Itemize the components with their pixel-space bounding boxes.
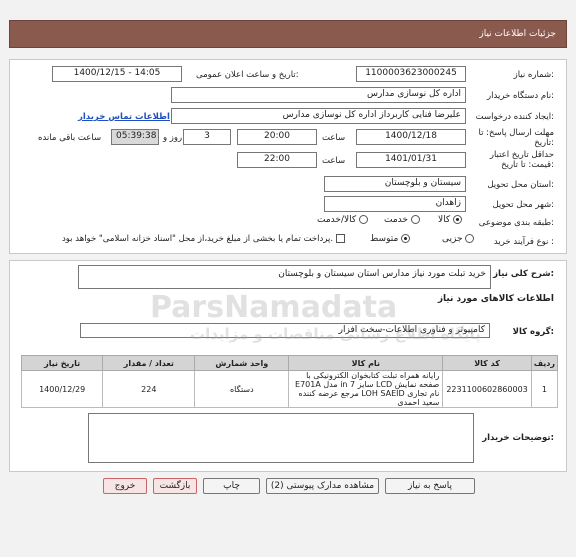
exit-button[interactable]: خروج [103,478,147,494]
contact-info-link[interactable]: اطلاعات تماس خریدار [78,112,170,122]
col-unit: واحد شمارش [194,355,290,371]
payment-treasury-option[interactable]: پرداخت تمام یا بخشی از مبلغ خرید،از محل … [62,234,345,244]
city-label: شهر محل تحویل: [492,200,554,210]
goods-table-header: ردیف کد کالا نام کالا واحد شمارش تعداد /… [20,355,559,371]
days-and-label: روز و [163,133,183,143]
requester-field: علیرضا فنایی کاربرداز اداره کل نوسازی مد… [171,108,466,124]
payment-note: پرداخت تمام یا بخشی از مبلغ خرید،از محل … [62,234,334,244]
buyer-notes-field [88,413,474,463]
process-option-medium[interactable]: متوسط [370,234,411,244]
process-label: نوع فرآیند خرید : [493,237,554,247]
validity-time-label: ساعت [322,156,346,166]
category-both-label: کالا/خدمت [317,215,357,225]
row-date: 1400/12/29 [20,370,104,408]
announce-field: 1400/12/15 - 14:05 [52,66,182,82]
table-row: 1 2231100602860003 رایانه همراه تبلت کتا… [20,370,559,408]
category-service-radio[interactable] [410,215,420,224]
category-option-goods[interactable]: کالا [438,215,463,225]
category-goods-radio[interactable] [453,215,463,224]
goods-table: ردیف کد کالا نام کالا واحد شمارش تعداد /… [20,355,559,408]
category-both-radio[interactable] [359,215,369,224]
city-field: زاهدان [324,196,466,212]
days-field: 3 [183,129,231,145]
process-minor-label: جزیی [442,234,463,244]
category-service-label: خدمت [384,215,408,225]
payment-treasury-checkbox[interactable] [335,234,345,243]
deadline-label: مهلت ارسال پاسخ: تا [478,128,554,138]
category-goods-label: کالا [438,215,451,225]
goods-group-field: کامپیوتر و فناوری اطلاعات-سخت افزار [80,323,490,338]
remaining-time-field: 05:39:38 [111,129,159,145]
validity-date-field: 1401/01/31 [356,152,466,168]
process-option-minor[interactable]: جزیی [442,234,475,244]
need-number-field: 1100003623000245 [356,66,466,82]
deadline-date-field: 1400/12/18 [356,129,466,145]
reply-button[interactable]: پاسخ به نیاز [385,478,475,494]
process-minor-radio[interactable] [465,234,475,243]
category-label: طبقه بندی موضوعی: [478,218,554,228]
deadline-time-field: 20:00 [237,129,317,145]
back-button[interactable]: بازگشت [153,478,197,494]
need-number-label: شماره نیاز: [513,70,554,80]
col-date: تاریخ نیاز [20,355,104,371]
row-qty: 224 [102,370,196,408]
row-code: 2231100602860003 [442,370,532,408]
buyer-org-field: اداره کل نوسازی مدارس [171,87,466,103]
row-unit: دستگاه [194,370,290,408]
col-qty: تعداد / مقدار [102,355,196,371]
col-code: کد کالا [442,355,532,371]
col-index: ردیف [530,355,559,371]
category-option-service[interactable]: خدمت [384,215,420,225]
summary-label: شرح کلی نیاز: [493,269,554,279]
validity-time-field: 22:00 [237,152,317,168]
print-button[interactable]: چاپ [203,478,260,494]
remaining-time-label: ساعت باقی مانده [38,133,102,143]
deadline-time-label: ساعت [322,133,346,143]
buyer-org-label: نام دستگاه خریدار: [487,91,554,101]
goods-section-title: اطلاعات کالاهای مورد نیاز [437,294,554,304]
validity-date-label: قیمت: تا تاریخ: [501,160,554,170]
validity-label: حداقل تاریخ اعتبار [489,150,554,160]
process-medium-label: متوسط [370,234,399,244]
row-name: رایانه همراه تبلت کتابخوان الکترونیکی با… [288,370,444,408]
row-index: 1 [530,370,559,408]
buyer-notes-label: توضیحات خریدار: [482,433,554,443]
col-name: نام کالا [288,355,444,371]
goods-group-label: گروه کالا: [512,327,554,337]
page-header: جزئیات اطلاعات نیاز [9,20,567,48]
page-title: جزئیات اطلاعات نیاز [479,29,556,39]
category-option-both[interactable]: کالا/خدمت [317,215,369,225]
announce-label: تاریخ و ساعت اعلان عمومی: [196,70,299,80]
attachments-button[interactable]: مشاهده مدارک پیوستی (2) [266,478,379,494]
province-field: سیستان و بلوچستان [324,176,466,192]
summary-field: خرید تبلت مورد نیاز مدارس استان سیستان و… [78,265,491,289]
deadline-date-label: تاریخ: [534,138,554,148]
requester-label: ایجاد کننده درخواست: [475,112,554,122]
process-medium-radio[interactable] [401,234,411,243]
province-label: استان محل تحویل: [487,180,554,190]
